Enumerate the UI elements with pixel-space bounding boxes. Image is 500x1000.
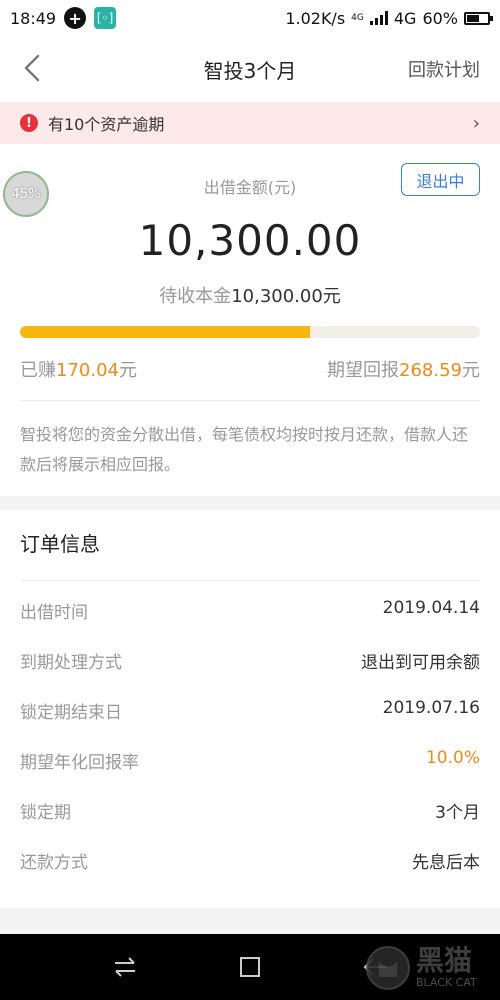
lent-amount: 10,300.00 <box>138 216 362 265</box>
overdue-banner[interactable]: ! 有10个资产逾期 › <box>0 102 500 144</box>
row-key: 锁定期 <box>20 803 71 823</box>
order-info-section: 订单信息 出借时间 2019.04.14 到期处理方式 退出到可用余额 锁定期结… <box>0 510 500 908</box>
principal-value: 10,300.00元 <box>231 286 341 307</box>
expected-unit: 元 <box>462 360 480 381</box>
expected-return: 期望回报268.59元 <box>327 356 480 382</box>
row-key: 到期处理方式 <box>20 653 122 673</box>
earned-amount: 已赚170.04元 <box>20 356 137 382</box>
chevron-left-icon <box>24 54 40 82</box>
repayment-plan-link[interactable]: 回款计划 <box>408 56 480 82</box>
principal-label: 待收本金 <box>159 286 232 307</box>
row-value: 3个月 <box>435 803 480 823</box>
watermark-text: 黑猫 BLACK CAT <box>416 946 477 990</box>
expected-label: 期望回报 <box>327 360 400 381</box>
row-key: 锁定期结束日 <box>20 703 122 723</box>
swap-icon <box>115 957 135 977</box>
progress-bar <box>20 326 480 338</box>
home-button[interactable] <box>235 952 265 982</box>
divider <box>20 580 480 581</box>
divider <box>20 400 480 401</box>
order-row-maturity-handling: 到期处理方式 退出到可用余额 <box>20 648 480 673</box>
description-text: 智投将您的资金分散出借，每笔债权均按时按月还款，借款人还款后将展示相应回报。 <box>20 425 469 474</box>
order-row-annual-rate: 期望年化回报率 10.0% <box>20 748 480 773</box>
watermark: 黑猫 BLACK CAT <box>366 940 496 996</box>
order-row-repayment-method: 还款方式 先息后本 <box>20 848 480 873</box>
summary-card: 45% 出借金额(元) 退出中 10,300.00 待收本金10,300.00元… <box>0 144 500 496</box>
row-value: 10.0% <box>425 748 480 768</box>
order-row-lock-end-date: 锁定期结束日 2019.07.16 <box>20 698 480 723</box>
scan-app-icon: [◦] <box>94 7 117 29</box>
row-value: 先息后本 <box>412 853 480 873</box>
pending-principal: 待收本金10,300.00元 <box>0 282 500 308</box>
order-row-lend-time: 出借时间 2019.04.14 <box>20 598 480 623</box>
network-small-label: 4G <box>351 12 364 23</box>
row-value: 退出到可用余额 <box>361 653 480 673</box>
header: 智投3个月 回款计划 <box>0 36 500 102</box>
back-button[interactable] <box>14 50 50 86</box>
overdue-text: 有10个资产逾期 <box>48 115 165 134</box>
status-bar: 18:49 + [◦] 1.02K/s 4G 4G 60% <box>0 0 500 36</box>
battery-icon <box>464 11 493 25</box>
plus-app-icon: + <box>64 7 87 29</box>
watermark-cn: 黑猫 <box>416 944 473 977</box>
earned-unit: 元 <box>118 360 137 381</box>
bottom-spacer <box>0 908 500 934</box>
signal-icon <box>369 11 388 25</box>
black-cat-logo-icon <box>366 946 410 990</box>
square-icon <box>240 957 260 977</box>
earned-label: 已赚 <box>20 360 56 381</box>
network-speed: 1.02K/s <box>285 8 346 28</box>
exiting-status-button[interactable]: 退出中 <box>401 163 480 196</box>
status-time: 18:49 <box>10 8 57 28</box>
row-key: 期望年化回报率 <box>20 753 139 773</box>
battery-percent: 60% <box>422 8 458 28</box>
row-value: 2019.04.14 <box>382 598 480 618</box>
order-row-lock-period: 锁定期 3个月 <box>20 798 480 823</box>
row-key: 还款方式 <box>20 853 88 873</box>
earned-value: 170.04 <box>56 360 119 381</box>
watermark-en: BLACK CAT <box>416 976 477 989</box>
expected-value: 268.59 <box>399 360 462 381</box>
warning-icon: ! <box>20 114 38 132</box>
row-key: 出借时间 <box>20 603 88 623</box>
network-type: 4G <box>393 8 417 28</box>
switch-apps-button[interactable] <box>110 952 140 982</box>
row-value: 2019.07.16 <box>382 698 480 718</box>
order-info-title: 订单信息 <box>20 532 100 556</box>
chevron-right-icon: › <box>472 112 480 134</box>
progress-bar-fill <box>20 326 310 338</box>
